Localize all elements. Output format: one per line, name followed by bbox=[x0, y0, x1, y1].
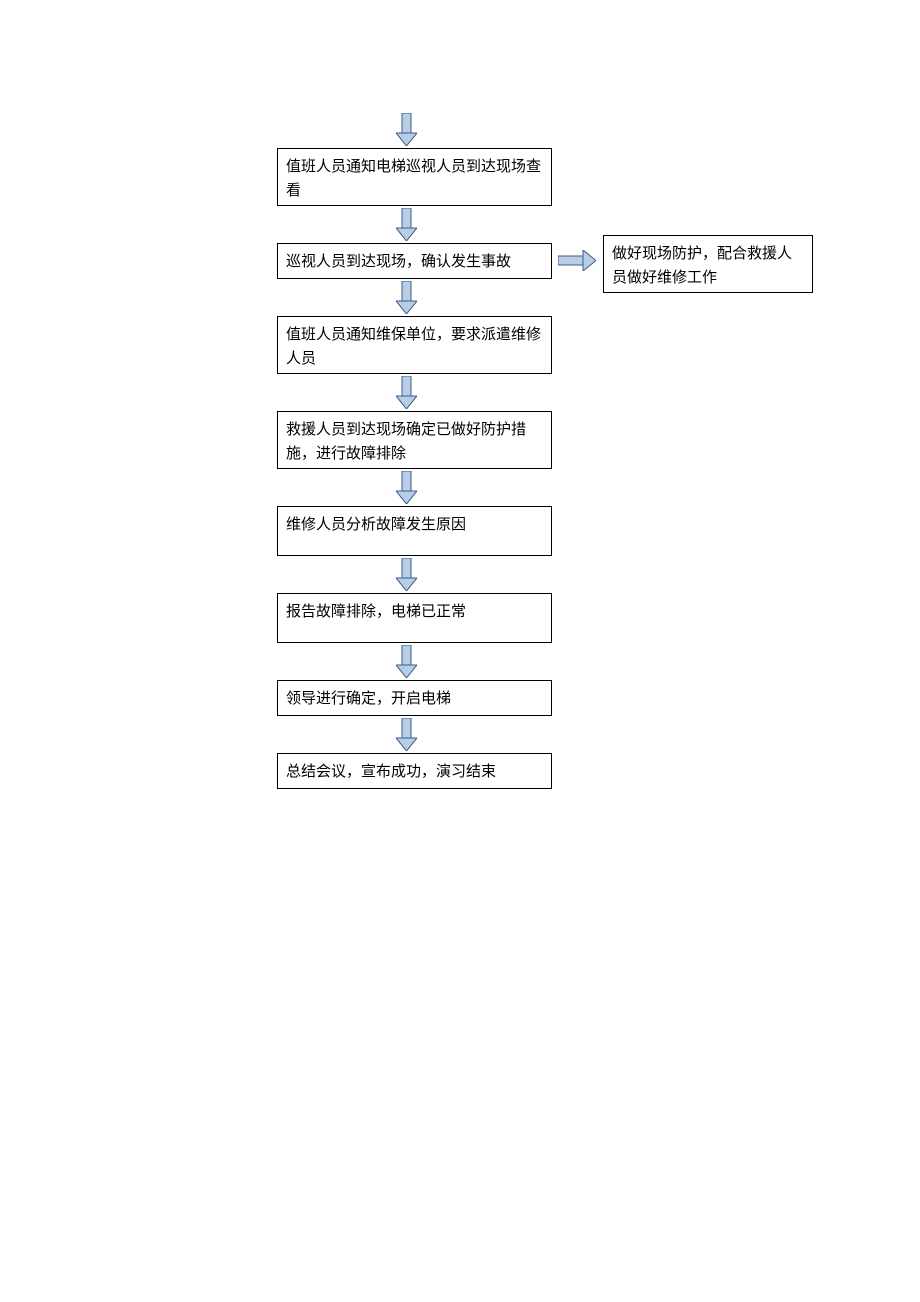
flow-node-2-text: 巡视人员到达现场，确认发生事故 bbox=[286, 254, 511, 270]
arrow-down-icon bbox=[396, 558, 417, 591]
flow-node-5: 维修人员分析故障发生原因 bbox=[277, 506, 552, 556]
flow-node-8: 总结会议，宣布成功，演习结束 bbox=[277, 753, 552, 789]
arrow-down-icon bbox=[396, 113, 417, 146]
flow-node-6-text: 报告故障排除，电梯已正常 bbox=[286, 604, 466, 620]
arrow-down-icon bbox=[396, 208, 417, 241]
flow-node-side-text: 做好现场防护，配合救援人员做好维修工作 bbox=[612, 246, 792, 286]
arrow-down-icon bbox=[396, 718, 417, 751]
flow-node-3: 值班人员通知维保单位，要求派遣维修人员 bbox=[277, 316, 552, 374]
flow-node-7: 领导进行确定，开启电梯 bbox=[277, 680, 552, 716]
flow-node-side: 做好现场防护，配合救援人员做好维修工作 bbox=[603, 235, 813, 293]
arrow-down-icon bbox=[396, 471, 417, 504]
flow-node-4: 救援人员到达现场确定已做好防护措施，进行故障排除 bbox=[277, 411, 552, 469]
flow-node-2: 巡视人员到达现场，确认发生事故 bbox=[277, 243, 552, 279]
flow-node-6: 报告故障排除，电梯已正常 bbox=[277, 593, 552, 643]
flow-node-1-text: 值班人员通知电梯巡视人员到达现场查看 bbox=[286, 159, 541, 199]
flow-node-3-text: 值班人员通知维保单位，要求派遣维修人员 bbox=[286, 327, 541, 367]
flow-node-7-text: 领导进行确定，开启电梯 bbox=[286, 691, 451, 707]
flow-node-5-text: 维修人员分析故障发生原因 bbox=[286, 517, 466, 533]
arrow-right-icon bbox=[558, 250, 596, 271]
arrow-down-icon bbox=[396, 281, 417, 314]
flow-node-4-text: 救援人员到达现场确定已做好防护措施，进行故障排除 bbox=[286, 422, 526, 462]
flow-node-1: 值班人员通知电梯巡视人员到达现场查看 bbox=[277, 148, 552, 206]
flow-node-8-text: 总结会议，宣布成功，演习结束 bbox=[286, 764, 496, 780]
arrow-down-icon bbox=[396, 376, 417, 409]
arrow-down-icon bbox=[396, 645, 417, 678]
